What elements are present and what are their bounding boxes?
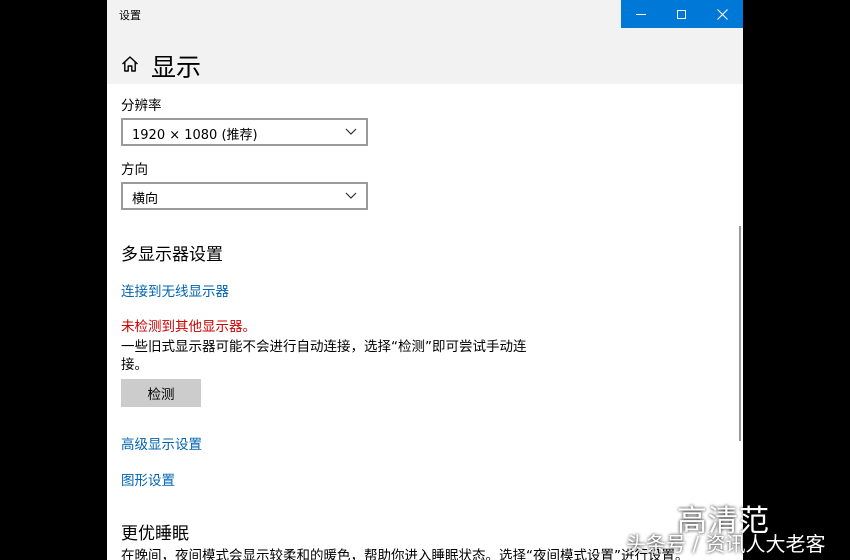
orientation-dropdown[interactable]: 横向	[121, 182, 368, 210]
home-icon[interactable]	[121, 55, 139, 73]
app-title: 设置	[119, 9, 141, 22]
chevron-down-icon	[345, 128, 357, 135]
close-button[interactable]	[701, 0, 743, 28]
resolution-label: 分辨率	[121, 98, 162, 114]
page-header: 显示	[107, 28, 743, 84]
night-light-title: 更优睡眠	[121, 524, 189, 544]
settings-window: 设置 显示 分辨率 1920 × 1080 (推荐) 方向 横向 多显示器设置 …	[107, 0, 743, 560]
wireless-display-link[interactable]: 连接到无线显示器	[121, 280, 229, 300]
orientation-value: 横向	[132, 192, 159, 207]
detect-button[interactable]: 检测	[121, 379, 201, 407]
multi-display-title: 多显示器设置	[121, 245, 223, 265]
orientation-label: 方向	[121, 162, 148, 178]
page-title: 显示	[151, 53, 202, 82]
graphics-settings-link[interactable]: 图形设置	[121, 469, 175, 489]
title-bar: 设置	[107, 0, 743, 28]
resolution-dropdown[interactable]: 1920 × 1080 (推荐)	[121, 118, 368, 146]
scrollbar[interactable]	[739, 226, 741, 441]
resolution-value: 1920 × 1080 (推荐)	[132, 128, 258, 143]
advanced-display-link[interactable]: 高级显示设置	[121, 433, 202, 453]
maximize-icon	[676, 9, 686, 19]
multi-display-description: 一些旧式显示器可能不会进行自动连接，选择“检测”即可尝试手动连接。	[121, 339, 527, 373]
close-icon	[716, 8, 728, 20]
minimize-button[interactable]	[621, 0, 661, 28]
detection-error: 未检测到其他显示器。	[121, 319, 256, 335]
minimize-icon	[636, 13, 646, 15]
maximize-button[interactable]	[661, 0, 701, 28]
watermark-source: 头条号 / 资讯人大老客	[626, 532, 826, 556]
chevron-down-icon	[345, 192, 357, 199]
settings-content: 分辨率 1920 × 1080 (推荐) 方向 横向 多显示器设置 连接到无线显…	[107, 84, 743, 560]
